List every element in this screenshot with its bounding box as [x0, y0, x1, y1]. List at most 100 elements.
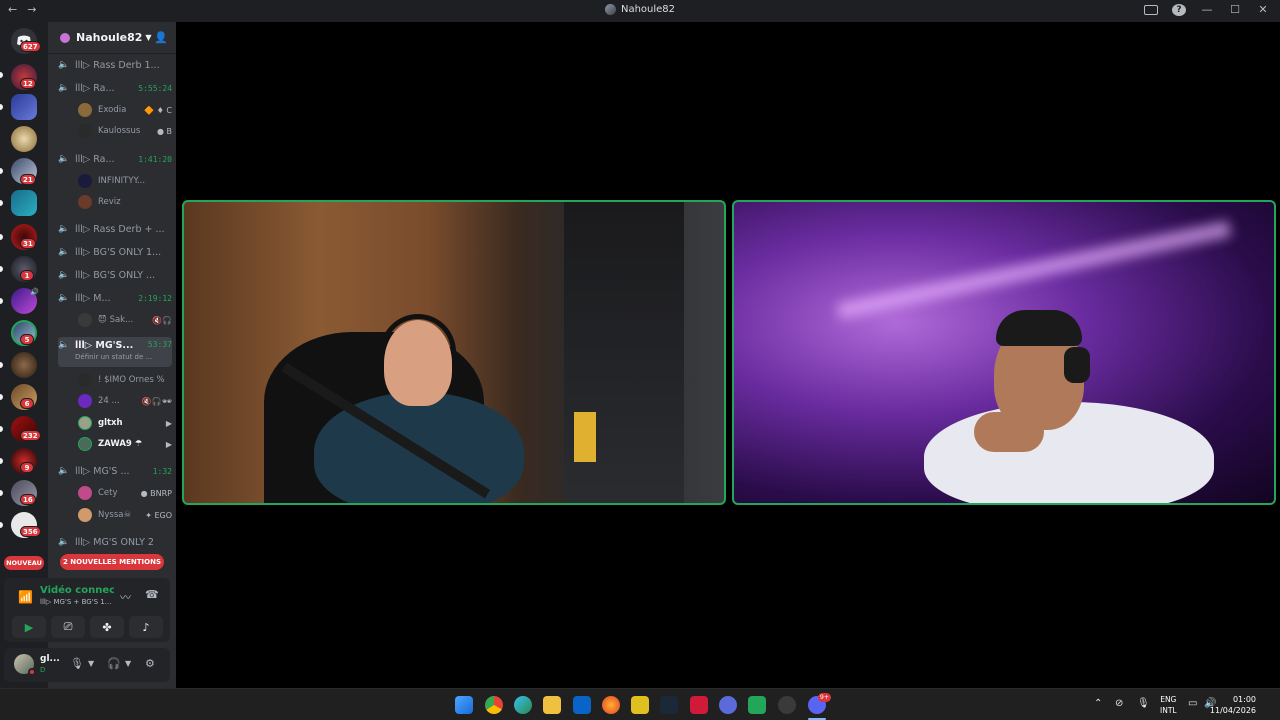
network-off-icon[interactable]: ⊘ — [1115, 698, 1123, 709]
voice-channel[interactable]: 🔈 lll▷ Rass Derb + ... — [58, 220, 172, 238]
headphones-icon[interactable]: 🎧 — [107, 657, 121, 670]
microphone-icon[interactable]: 🎙 — [70, 657, 84, 670]
unread-pip — [0, 234, 3, 240]
new-mentions-pill[interactable]: 2 NOUVELLES MENTIONS — [60, 554, 164, 570]
voice-user[interactable]: Cety ● BNRP — [78, 484, 172, 502]
voice-channel[interactable]: 🔈 lll▷ BG'S ONLY ... — [58, 266, 172, 284]
tray-chevron-up-icon[interactable]: ⌃ — [1094, 698, 1102, 709]
voice-user[interactable]: 24 ... 🔇🎧🕶 — [78, 392, 172, 410]
video-tile-gltxh[interactable] — [182, 200, 726, 505]
file-explorer-icon[interactable] — [543, 696, 561, 714]
voice-active-icon: 🔊 — [30, 288, 39, 296]
language-indicator[interactable]: ENG INTL — [1160, 694, 1177, 716]
voice-user[interactable]: Nyssa☠ ✦ EGO — [78, 506, 172, 524]
server-icon-3[interactable] — [11, 126, 37, 152]
windows-start-icon[interactable] — [455, 696, 473, 714]
system-clock[interactable]: 01:00 11/04/2026 — [1210, 694, 1256, 716]
outlook-icon[interactable] — [573, 696, 591, 714]
app-icon[interactable] — [690, 696, 708, 714]
inbox-icon[interactable] — [1144, 4, 1158, 15]
server-header[interactable]: Nahoule82 ▼ 👤 — [48, 22, 176, 54]
unread-pip — [0, 168, 3, 174]
obs-icon[interactable] — [719, 696, 737, 714]
media-player-icon[interactable] — [778, 696, 796, 714]
voice-channel[interactable]: 🔈 lll▷ MG'S ONLY 2 — [58, 533, 172, 551]
firefox-icon[interactable] — [602, 696, 620, 714]
help-icon[interactable]: ? — [1172, 3, 1186, 16]
server-badge-6: 31 — [20, 238, 36, 249]
voice-status-title: Vidéo connectée — [40, 585, 114, 596]
minimize-icon[interactable]: — — [1200, 3, 1214, 16]
microphone-tray-icon[interactable]: 🎙 — [1137, 698, 1150, 709]
camera-button[interactable]: ▶ — [12, 616, 46, 638]
app-icon[interactable] — [748, 696, 766, 714]
voice-channel-link[interactable]: lll▷ MG'S + BG'S 1... — [40, 598, 111, 606]
voice-user[interactable]: INFINITYY... — [78, 172, 172, 190]
avatar — [78, 394, 92, 408]
close-icon[interactable]: ✕ — [1256, 3, 1270, 16]
chevron-down-icon[interactable]: ▼ — [88, 659, 94, 668]
dnd-status-dot — [28, 668, 36, 676]
voice-channel[interactable]: 🔈 lll▷ M... 2:19:12 — [58, 289, 172, 307]
server-badge-15: 356 — [20, 526, 41, 537]
server-icon-2[interactable] — [11, 94, 37, 120]
settings-gear-icon[interactable]: ⚙ — [145, 657, 155, 670]
voice-user[interactable]: 😈 Sak... 🔇🎧 — [78, 311, 172, 329]
app-icon[interactable] — [631, 696, 649, 714]
voice-channel[interactable]: 🔈 lll▷ BG'S ONLY 1... — [58, 243, 172, 261]
avatar — [78, 195, 92, 209]
user-name[interactable]: gl... — [40, 654, 60, 664]
disconnect-icon[interactable]: ☎ — [145, 588, 159, 601]
voice-user-speaking[interactable]: gltxh ▶ — [78, 414, 172, 432]
invite-people-icon[interactable]: 👤 — [154, 31, 168, 44]
edge-icon[interactable] — [514, 696, 532, 714]
voice-channel[interactable]: 🔈 lll▷ Ra... 1:41:20 — [58, 150, 172, 168]
voice-channel[interactable]: 🔈 lll▷ MG'S ... 1:32 — [58, 462, 172, 480]
window-controls: ? — ☐ ✕ — [1144, 3, 1270, 16]
soundboard-icon: ♪ — [142, 620, 150, 634]
user-status: D — [40, 666, 46, 674]
voice-user[interactable]: ! $IMO Ornes % — [78, 371, 172, 389]
video-stage — [176, 22, 1280, 688]
new-unreads-pill[interactable]: NOUVEAU — [4, 556, 44, 570]
server-icon-5[interactable] — [11, 190, 37, 216]
voice-channel[interactable]: 🔈 lll▷ Rass Derb 1... — [58, 56, 172, 74]
channel-status[interactable]: Définir un statut de ... — [75, 353, 152, 361]
server-badge-13: 9 — [20, 462, 34, 473]
voice-user[interactable]: Reviz — [78, 193, 172, 211]
video-tile-zawa9[interactable] — [732, 200, 1276, 505]
soundboard-button[interactable]: ♪ — [129, 616, 163, 638]
call-duration: 53:37 — [147, 340, 172, 349]
unread-pip — [0, 458, 3, 464]
avatar — [78, 508, 92, 522]
avatar — [78, 103, 92, 117]
server-badge-14: 16 — [20, 494, 36, 505]
call-duration: 2:19:12 — [138, 293, 172, 303]
server-icon-10[interactable] — [11, 352, 37, 378]
unread-pip — [0, 522, 3, 528]
chrome-icon[interactable] — [485, 696, 503, 714]
speaker-icon: 🔈 — [58, 270, 70, 280]
speaker-icon: 🔈 — [58, 60, 70, 70]
discord-window: ← → Nahoule82 ? — ☐ ✕ 627 12 21 31 1 🔊 5… — [0, 0, 1280, 720]
avatar — [78, 124, 92, 138]
voice-user[interactable]: Exodia 🔶 ♦ C — [78, 101, 172, 119]
display-icon[interactable]: ▭ — [1188, 698, 1197, 709]
title-avatar-icon — [604, 4, 616, 15]
voice-user-speaking[interactable]: ZAWA9 ☂ ▶ — [78, 435, 172, 453]
activities-button[interactable]: ✤ — [90, 616, 124, 638]
voice-user[interactable]: Kaulossus ● B — [78, 122, 172, 140]
signal-icon[interactable]: 📶 — [18, 590, 33, 604]
voice-channel[interactable]: 🔈 lll▷ Ra... 5:55:24 — [58, 79, 172, 97]
speaker-icon: 🔈 — [58, 247, 70, 257]
screen-share-button[interactable]: ⎚ — [51, 616, 85, 638]
chevron-down-icon[interactable]: ▼ — [125, 659, 131, 668]
maximize-icon[interactable]: ☐ — [1228, 3, 1242, 16]
video-camera-icon: ▶ — [165, 418, 172, 428]
camera-icon: ▶ — [24, 620, 34, 634]
steam-icon[interactable] — [660, 696, 678, 714]
video-camera-icon: ▶ — [165, 439, 172, 449]
noise-suppression-icon[interactable]: 〰 — [120, 589, 131, 605]
voice-channel-current[interactable]: 🔈 lll▷ MG'S... 53:37 Définir un statut d… — [58, 337, 172, 367]
voice-connection-panel: 📶 Vidéo connectée lll▷ MG'S + BG'S 1... … — [4, 578, 170, 642]
